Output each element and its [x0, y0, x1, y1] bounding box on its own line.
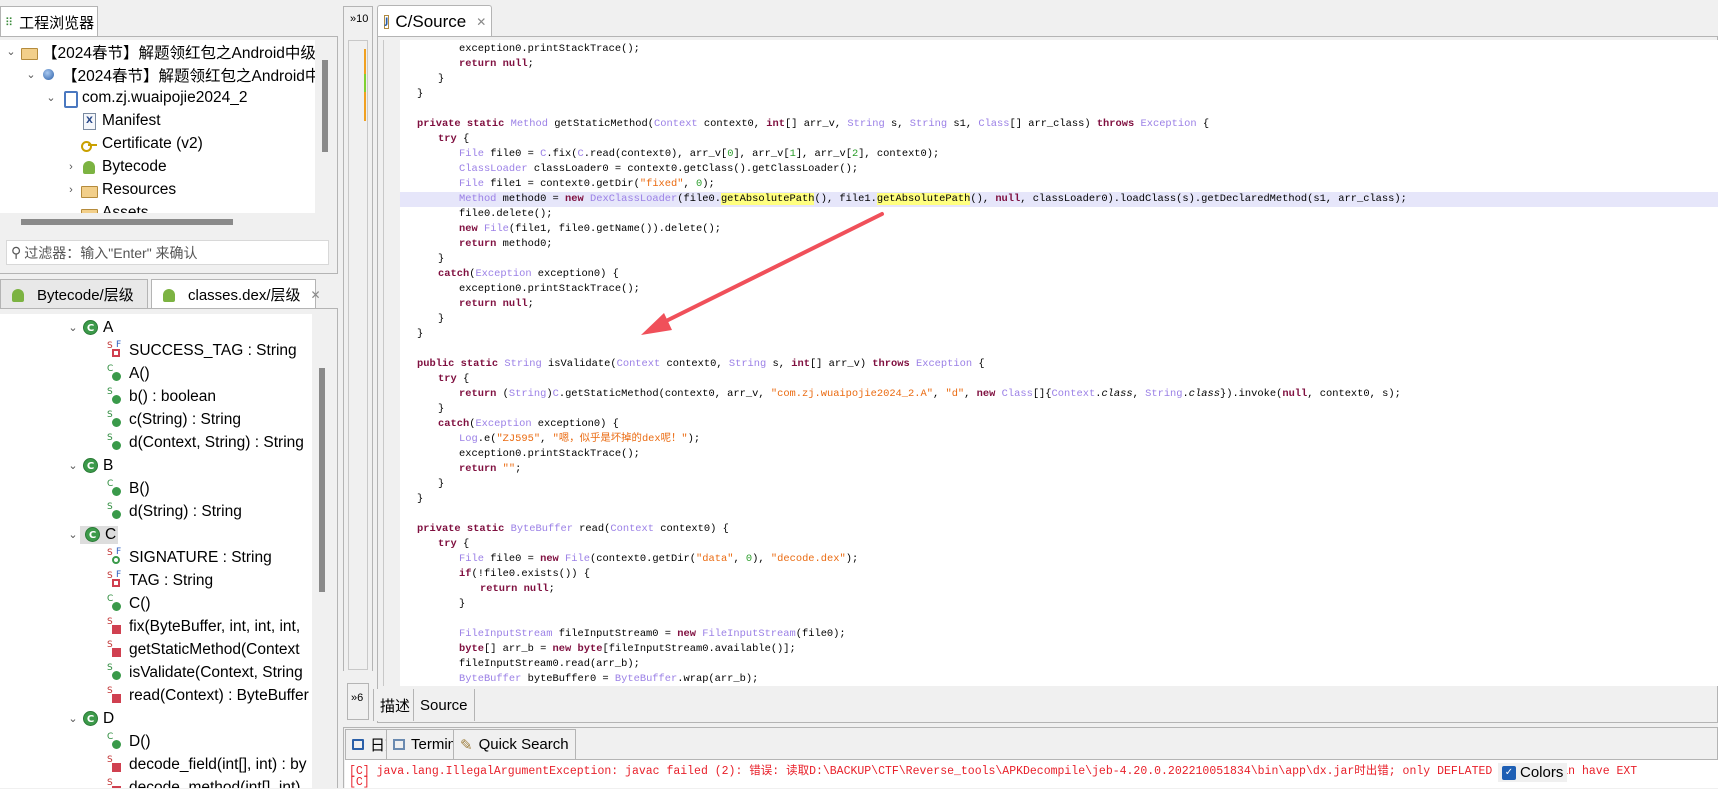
terminal-icon	[393, 739, 405, 750]
tab-source[interactable]: Source	[413, 689, 475, 721]
arrow-head	[641, 313, 672, 335]
checkbox-checked-icon[interactable]: ✓	[1502, 765, 1516, 780]
tab-quick-search[interactable]: ✎ Quick Search	[453, 729, 576, 759]
monitor-icon	[352, 739, 364, 750]
colors-label: Colors	[1520, 764, 1564, 781]
annotation-arrow	[641, 212, 884, 335]
tab-description[interactable]: 描述	[373, 689, 418, 721]
arrow-shaft	[654, 212, 884, 328]
tab-label: 描述	[380, 697, 411, 715]
flashlight-icon: ✎	[460, 736, 473, 754]
colors-toggle[interactable]: ✓ Colors	[1498, 763, 1568, 782]
log-line: [C] java.lang.IllegalArgumentException: …	[349, 765, 1638, 778]
tab-label: Source	[420, 696, 468, 714]
log-line: [C]	[349, 776, 370, 789]
tab-label: Quick Search	[478, 736, 569, 753]
